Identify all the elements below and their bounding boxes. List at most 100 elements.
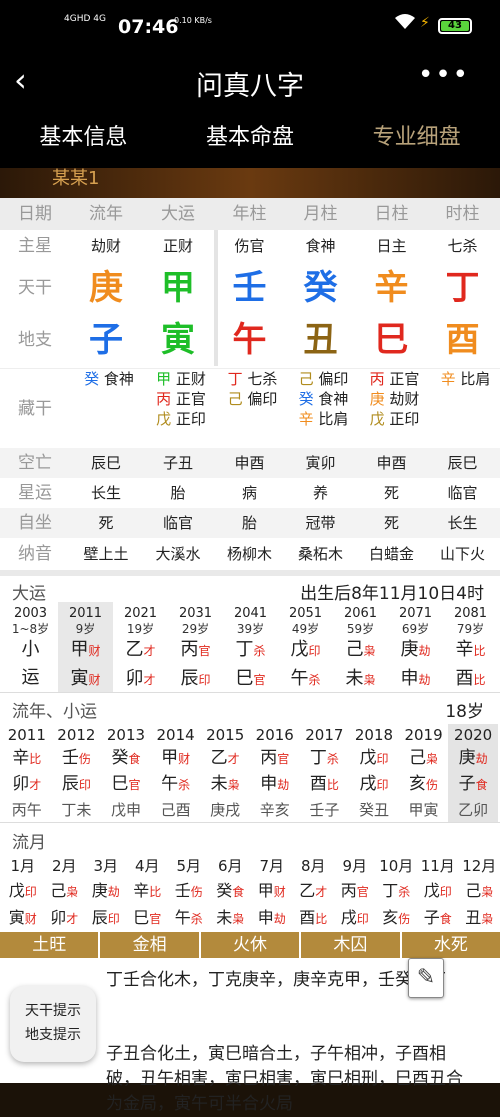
liuyue-branch-shishen: 财: [25, 912, 37, 926]
dayun-age: 1~8岁: [3, 622, 58, 636]
liuyue-item[interactable]: 8月乙才酉比: [293, 854, 335, 932]
dizhi-cell[interactable]: 寅: [142, 314, 214, 366]
liunian-branch: 子食: [448, 772, 498, 798]
dizhi-cell[interactable]: 巳: [356, 314, 427, 366]
liuyue-item[interactable]: 7月甲财申劫: [251, 854, 293, 932]
canggan-entry: 丁 七杀: [220, 369, 285, 389]
dayun-age: 29岁: [168, 622, 223, 636]
zizuo-cell: 临官: [142, 508, 214, 538]
dayun-year: 2081: [443, 602, 498, 622]
liuyue-branch-char: 卯: [50, 908, 66, 927]
canggan-shishen: 比肩: [314, 410, 349, 428]
liuyue-branch-shishen: 杀: [191, 912, 203, 926]
liuyue-item[interactable]: 2月己枭卯才: [44, 854, 86, 932]
liunian-item[interactable]: 2013癸食巳官戊申: [101, 724, 151, 822]
liunian-item[interactable]: 2017丁杀酉比壬子: [300, 724, 350, 822]
dayun-item[interactable]: 207169岁庚劫申劫: [388, 602, 443, 692]
liunian-item[interactable]: 2011辛比卯才丙午: [2, 724, 52, 822]
dizhi-cell[interactable]: 酉: [427, 314, 498, 366]
xiaoyun-pillar: 癸丑: [349, 798, 399, 822]
liunian-branch-shishen: 印: [376, 778, 388, 792]
liuyue-branch-char: 午: [175, 908, 191, 927]
tiangan-cell[interactable]: 壬: [214, 262, 285, 314]
zizuo-cell: 冠带: [285, 508, 356, 538]
dayun-branch-char: 辰: [180, 668, 198, 689]
tiangan-cell[interactable]: 癸: [285, 262, 356, 314]
liunian-year: 2014: [151, 724, 201, 746]
dayun-stem-char: 甲: [70, 639, 88, 660]
dayun-item[interactable]: 204139岁丁杀巳官: [223, 602, 278, 692]
liuyue-item[interactable]: 4月辛比巳官: [127, 854, 169, 932]
liuyue-item[interactable]: 3月庚劫辰印: [85, 854, 127, 932]
liuyue-item[interactable]: 12月己枭丑枭: [459, 854, 500, 932]
dayun-stem: 甲财: [58, 636, 113, 665]
liuyue-month: 7月: [251, 854, 293, 878]
dayun-item[interactable]: 203129岁丙官辰印: [168, 602, 223, 692]
liuyue-item[interactable]: 9月丙官戌印: [334, 854, 376, 932]
liuyue-label: 流月: [12, 828, 46, 853]
tiangan-cell[interactable]: 丁: [427, 262, 498, 314]
dayun-branch: 运: [3, 664, 58, 692]
dayun-item[interactable]: 202119岁乙才卯才: [113, 602, 168, 692]
liunian-item[interactable]: 2012壬伤辰印丁未: [52, 724, 102, 822]
liunian-item[interactable]: 2020庚劫子食乙卯: [448, 724, 498, 822]
dayun-item[interactable]: 20031~8岁小运: [3, 602, 58, 692]
liunian-item[interactable]: 2016丙官申劫辛亥: [250, 724, 300, 822]
tiangan-cell[interactable]: 辛: [356, 262, 427, 314]
canggan-cell: 甲 正财丙 正官戊 正印: [142, 369, 214, 448]
liuyue-branch-char: 子: [424, 908, 440, 927]
tab-basic-info[interactable]: 基本信息: [0, 108, 167, 168]
liuyue-stem: 甲财: [251, 878, 293, 905]
dizhi-cell[interactable]: 午: [214, 314, 285, 366]
dayun-item[interactable]: 205149岁戊印午杀: [278, 602, 333, 692]
season-fire: 火休: [201, 932, 301, 958]
liuyue-month: 2月: [44, 854, 86, 878]
liuyue-item[interactable]: 10月丁杀亥伤: [376, 854, 418, 932]
liunian-item[interactable]: 2019己枭亥伤甲寅: [399, 724, 449, 822]
dayun-year: 2071: [388, 602, 443, 622]
hints-button[interactable]: 天干提示 地支提示: [10, 986, 96, 1062]
liunian-stem: 丁杀: [300, 746, 350, 772]
tiangan-cell[interactable]: 庚: [70, 262, 142, 314]
dayun-age: 59岁: [333, 622, 388, 636]
liunian-stem-shishen: 才: [228, 752, 240, 766]
canggan-entry: 丙 正官: [148, 389, 214, 409]
dizhi-cell[interactable]: 子: [70, 314, 142, 366]
liuyue-item[interactable]: 1月戊印寅财: [2, 854, 44, 932]
xiaoyun-pillar: 甲寅: [399, 798, 449, 822]
more-icon[interactable]: •••: [418, 60, 470, 90]
liuyue-stem-shishen: 比: [149, 885, 161, 899]
liunian-item[interactable]: 2018戊印戌印癸丑: [349, 724, 399, 822]
tab-detailed-chart[interactable]: 专业细盘: [333, 108, 500, 168]
dizhi-cell[interactable]: 丑: [285, 314, 356, 366]
liunian-item[interactable]: 2015乙才未枭庚戌: [200, 724, 250, 822]
dayun-item[interactable]: 20119岁甲财寅财: [58, 602, 113, 692]
xiaoyun-pillar: 庚戌: [200, 798, 250, 822]
dayun-item[interactable]: 208179岁辛比酉比: [443, 602, 498, 692]
dayun-header: 大运 出生后8年11月10日4时: [0, 570, 500, 602]
liunian-branch-char: 卯: [12, 774, 29, 794]
liunian-stem-shishen: 杀: [327, 752, 339, 766]
dayun-item[interactable]: 206159岁己枭未枭: [333, 602, 388, 692]
dizhi-hint-label[interactable]: 地支提示: [10, 1023, 96, 1047]
dayun-branch: 辰印: [168, 665, 223, 694]
liuyue-stem: 戊印: [2, 878, 44, 905]
tiangan-hint-label[interactable]: 天干提示: [10, 999, 96, 1023]
liunian-item[interactable]: 2014甲财午杀己酉: [151, 724, 201, 822]
season-water: 水死: [402, 932, 500, 958]
dayun-branch-char: 巳: [235, 668, 253, 689]
liuyue-branch-shishen: 才: [66, 912, 78, 926]
liuyue-item[interactable]: 5月壬伤午杀: [168, 854, 210, 932]
liunian-stem-shishen: 印: [376, 752, 388, 766]
chart-header-row: 日期 流年 大运 年柱 月柱 日柱 时柱: [0, 198, 500, 230]
dayun-stem: 丙官: [168, 636, 223, 665]
header-date: 日期: [0, 198, 70, 230]
tab-basic-chart[interactable]: 基本命盘: [167, 108, 334, 168]
note-edit-icon[interactable]: ✎: [408, 958, 444, 998]
liuyue-item[interactable]: 11月戊印子食: [417, 854, 459, 932]
tiangan-cell[interactable]: 甲: [142, 262, 214, 314]
dizhi-relations: 子丑合化土，寅巳暗合土，子午相冲，子酉相破，丑午相害，寅巳相害，寅巳相刑，巳酉丑…: [106, 1042, 466, 1117]
liuyue-item[interactable]: 6月癸食未枭: [210, 854, 252, 932]
liuyue-month: 3月: [85, 854, 127, 878]
liuyue-branch-char: 丑: [465, 908, 481, 927]
